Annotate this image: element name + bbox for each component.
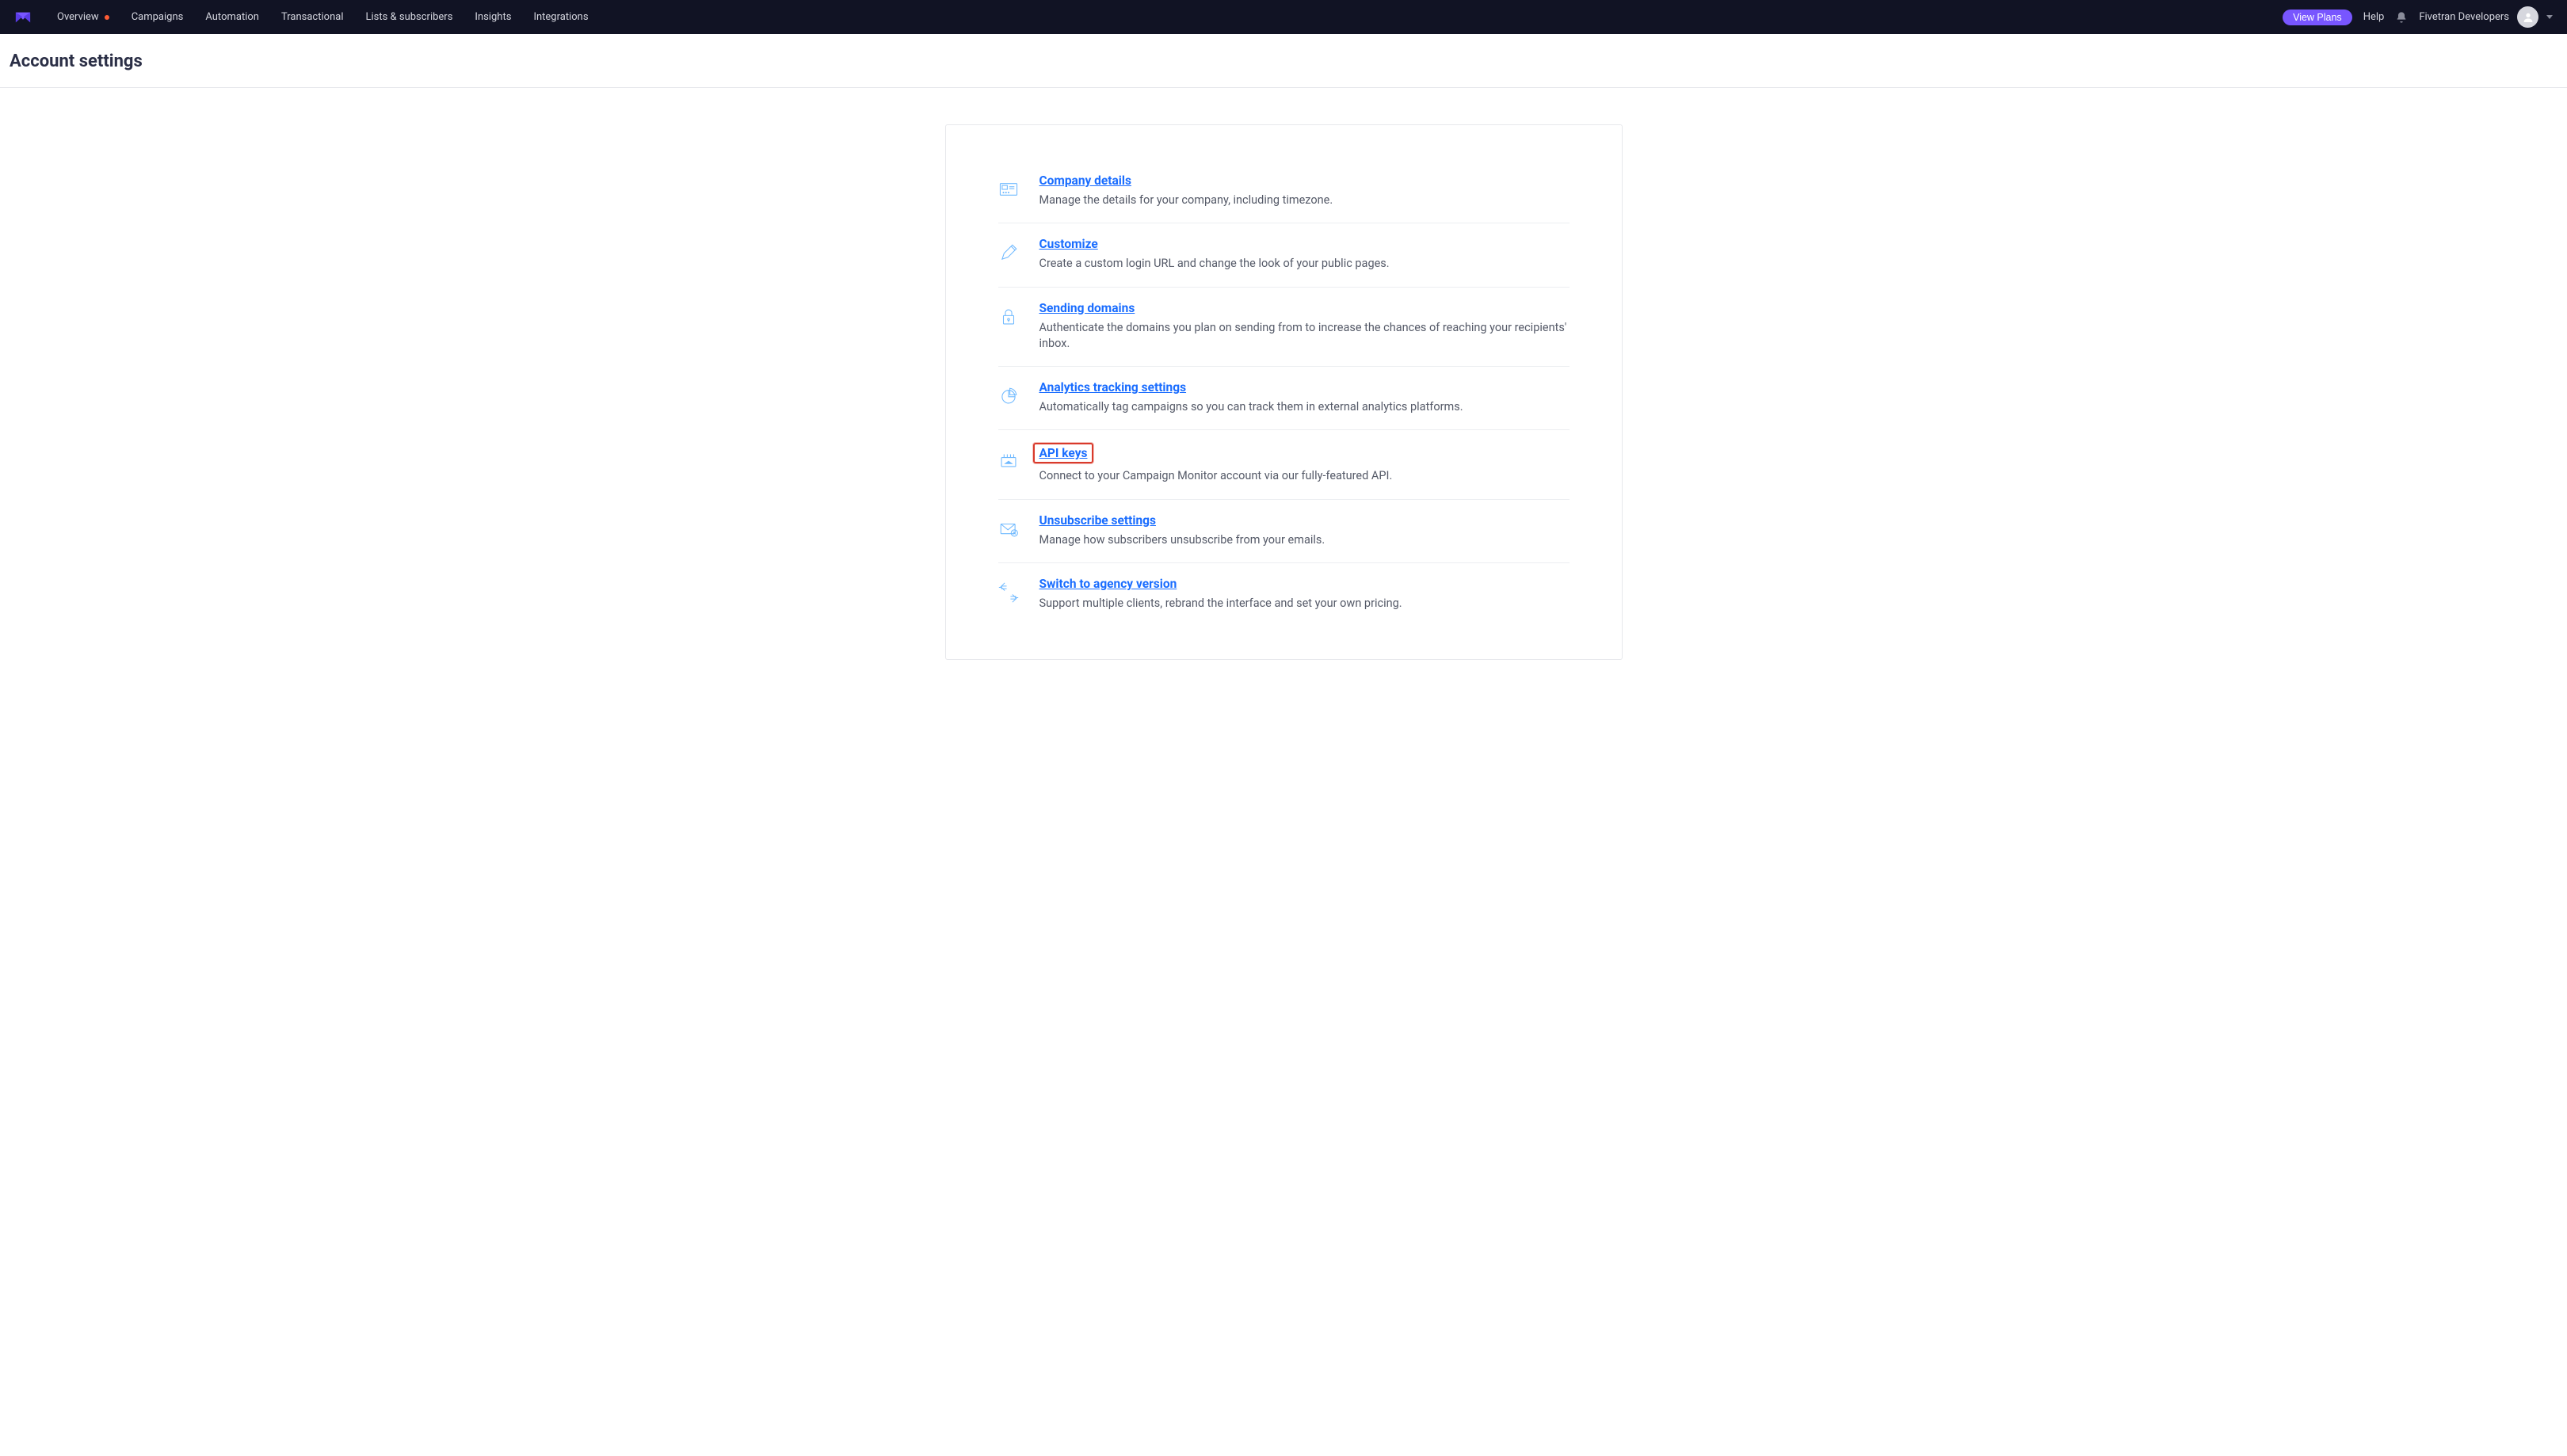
setting-text: Company details Manage the details for y… [1039, 173, 1570, 208]
top-navbar: Overview Campaigns Automation Transactio… [0, 0, 2567, 34]
setting-text: Sending domains Authenticate the domains… [1039, 300, 1570, 353]
lock-icon [998, 300, 1039, 327]
setting-description: Connect to your Campaign Monitor account… [1039, 468, 1570, 484]
user-name: Fivetran Developers [2419, 11, 2509, 23]
company-details-link[interactable]: Company details [1039, 173, 1131, 188]
setting-analytics: Analytics tracking settings Automaticall… [998, 367, 1570, 430]
setting-text: Customize Create a custom login URL and … [1039, 236, 1570, 272]
setting-unsubscribe: Unsubscribe settings Manage how subscrib… [998, 500, 1570, 563]
nav-integrations[interactable]: Integrations [522, 0, 599, 34]
setting-api-keys: API keys Connect to your Campaign Monito… [998, 430, 1570, 499]
nav-transactional[interactable]: Transactional [270, 0, 355, 34]
nav-overview[interactable]: Overview [46, 0, 120, 34]
nav-label: Overview [57, 11, 99, 23]
analytics-link[interactable]: Analytics tracking settings [1039, 380, 1187, 394]
pie-chart-icon [998, 379, 1039, 406]
envelope-x-icon [998, 513, 1039, 539]
setting-description: Manage how subscribers unsubscribe from … [1039, 532, 1570, 548]
main-nav: Overview Campaigns Automation Transactio… [46, 0, 600, 34]
setting-description: Manage the details for your company, inc… [1039, 192, 1570, 208]
setting-text: Switch to agency version Support multipl… [1039, 576, 1570, 612]
setting-company-details: Company details Manage the details for y… [998, 173, 1570, 223]
setting-sending-domains: Sending domains Authenticate the domains… [998, 288, 1570, 368]
setting-text: API keys Connect to your Campaign Monito… [1039, 443, 1570, 484]
unsubscribe-link[interactable]: Unsubscribe settings [1039, 513, 1156, 528]
brand-logo[interactable] [14, 9, 32, 26]
nav-label: Campaigns [132, 11, 184, 23]
setting-text: Analytics tracking settings Automaticall… [1039, 379, 1570, 415]
user-menu[interactable]: Fivetran Developers [2419, 6, 2557, 28]
settings-panel: Company details Manage the details for y… [945, 124, 1623, 660]
nav-label: Automation [205, 11, 259, 23]
notification-dot-icon [105, 15, 109, 20]
avatar [2517, 6, 2538, 28]
page-title: Account settings [10, 51, 2557, 71]
nav-label: Transactional [281, 11, 344, 23]
highlight-annotation: API keys [1033, 443, 1094, 463]
api-keys-link[interactable]: API keys [1039, 446, 1088, 460]
setting-description: Support multiple clients, rebrand the in… [1039, 596, 1570, 612]
setting-text: Unsubscribe settings Manage how subscrib… [1039, 513, 1570, 548]
nav-label: Integrations [533, 11, 588, 23]
nav-campaigns[interactable]: Campaigns [120, 0, 195, 34]
setting-customize: Customize Create a custom login URL and … [998, 223, 1570, 287]
page-header: Account settings [0, 34, 2567, 88]
pencil-icon [998, 236, 1039, 263]
nav-lists[interactable]: Lists & subscribers [354, 0, 463, 34]
setting-agency: Switch to agency version Support multipl… [998, 563, 1570, 612]
notifications-bell-icon[interactable] [2395, 11, 2408, 24]
setting-description: Automatically tag campaigns so you can t… [1039, 399, 1570, 415]
nav-automation[interactable]: Automation [194, 0, 270, 34]
customize-link[interactable]: Customize [1039, 237, 1098, 251]
help-link[interactable]: Help [2363, 11, 2385, 23]
topbar-right: View Plans Help Fivetran Developers [2283, 6, 2557, 28]
content-area: Company details Manage the details for y… [0, 88, 2567, 707]
company-card-icon [998, 173, 1039, 200]
nav-insights[interactable]: Insights [463, 0, 522, 34]
setting-description: Create a custom login URL and change the… [1039, 256, 1570, 272]
nav-label: Lists & subscribers [365, 11, 452, 23]
setting-description: Authenticate the domains you plan on sen… [1039, 320, 1570, 353]
arrows-icon [998, 576, 1039, 603]
agency-link[interactable]: Switch to agency version [1039, 577, 1177, 591]
sending-domains-link[interactable]: Sending domains [1039, 301, 1135, 315]
chevron-down-icon [2546, 15, 2553, 19]
user-icon [2522, 11, 2535, 24]
view-plans-button[interactable]: View Plans [2283, 10, 2352, 25]
nav-label: Insights [475, 11, 511, 23]
